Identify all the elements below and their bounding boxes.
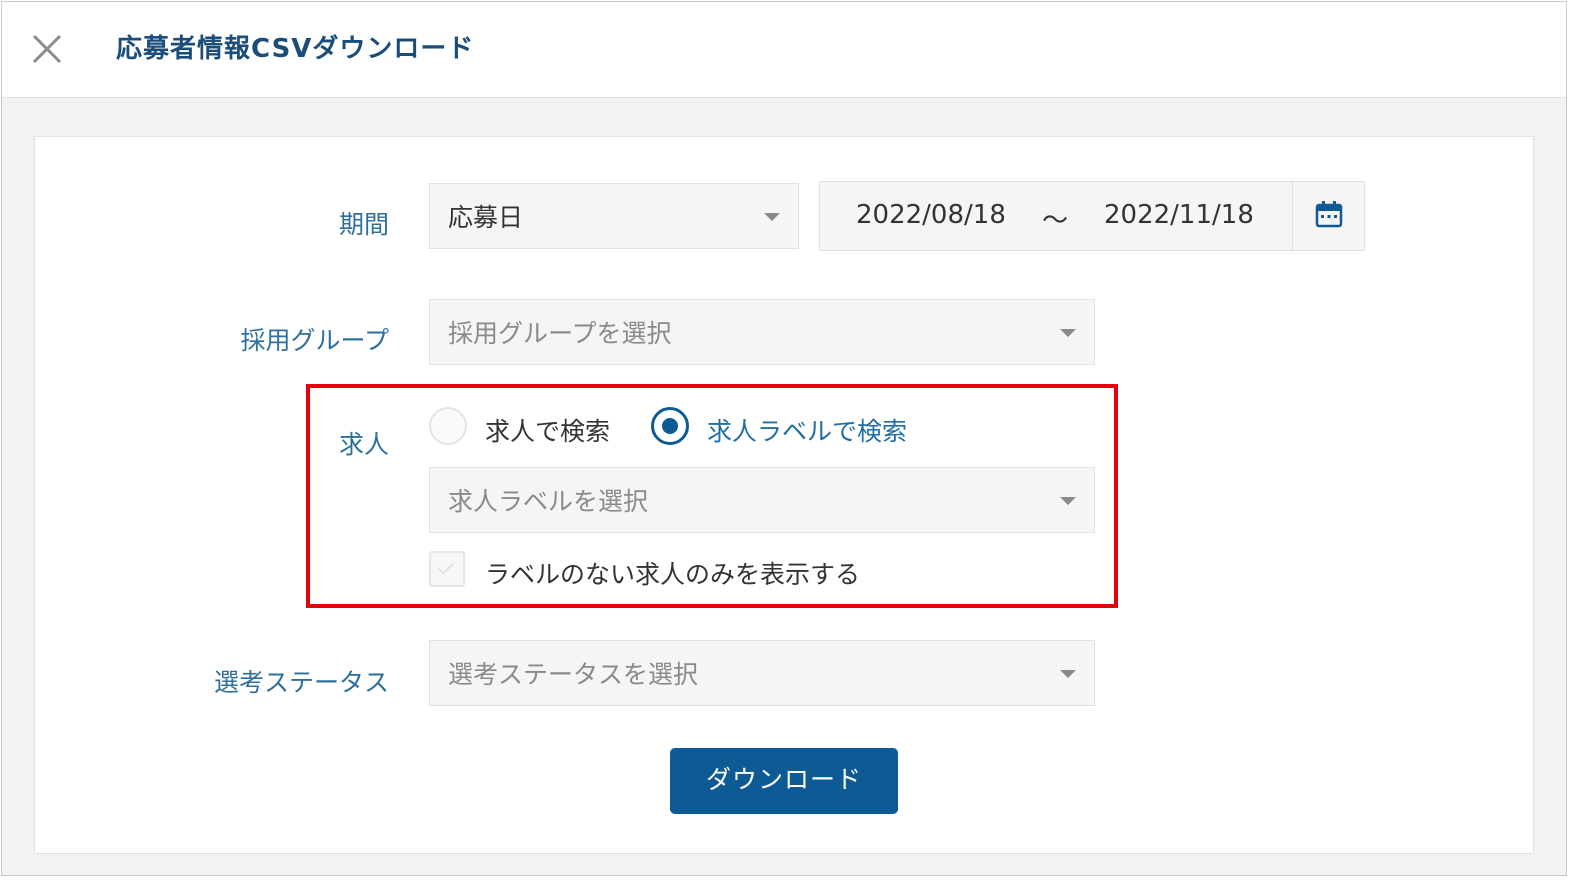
download-button[interactable]: ダウンロード (670, 748, 898, 814)
period-label: 期間 (338, 210, 389, 239)
highlight-box (306, 384, 1118, 608)
status-label: 選考ステータス (213, 668, 389, 697)
close-button[interactable] (30, 32, 64, 66)
date-range-field: 2022/08/18 〜 2022/11/18 (819, 181, 1365, 251)
period-type-value: 応募日 (448, 203, 524, 232)
group-select-placeholder: 採用グループを選択 (448, 319, 672, 348)
status-select-placeholder: 選考ステータスを選択 (448, 660, 699, 689)
date-from-input[interactable]: 2022/08/18 (856, 200, 1006, 230)
calendar-icon (1315, 201, 1343, 228)
date-separator: 〜 (1042, 206, 1069, 236)
dialog-header: 応募者情報CSVダウンロード (2, 2, 1566, 98)
csv-download-dialog: 応募者情報CSVダウンロード 期間 応募日 2022/08/18 〜 2022/… (1, 1, 1567, 876)
status-select[interactable]: 選考ステータスを選択 (429, 640, 1095, 706)
date-to-input[interactable]: 2022/11/18 (1104, 200, 1254, 230)
chevron-down-icon (764, 213, 780, 221)
group-select[interactable]: 採用グループを選択 (429, 299, 1095, 365)
page-title: 応募者情報CSVダウンロード (116, 34, 475, 64)
period-type-select[interactable]: 応募日 (429, 183, 799, 249)
close-icon (32, 34, 62, 64)
chevron-down-icon (1060, 329, 1076, 337)
chevron-down-icon (1060, 670, 1076, 678)
group-label: 採用グループ (240, 326, 389, 355)
calendar-button[interactable] (1292, 182, 1364, 250)
form-panel: 期間 応募日 2022/08/18 〜 2022/11/18 採用グループ 採用… (34, 136, 1534, 854)
